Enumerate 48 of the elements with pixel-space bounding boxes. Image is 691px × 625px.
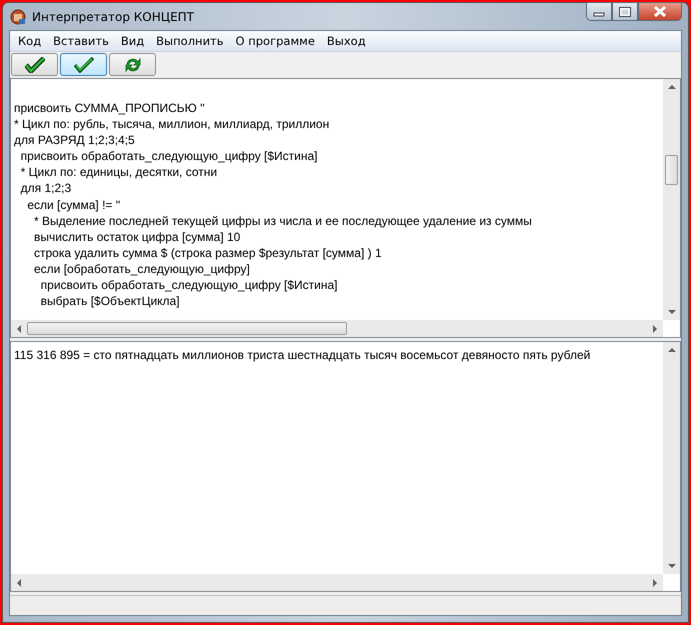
output-line: 115 316 895 = сто пятнадцать миллионов триста шестнадцать тысяч восемьсот девяносто пять рублей [14,347,592,364]
close-button[interactable] [638,2,682,21]
window-title: Интерпретатор КОНЦЕПТ [32,10,194,24]
scroll-right-icon [653,578,657,586]
menu-item[interactable]: Вид [114,34,150,48]
code-line: для 1;2;3 [20,180,72,197]
toolbar-button[interactable] [11,53,58,76]
scroll-up-icon [668,348,676,352]
maximize-icon [619,6,631,16]
toolbar-button[interactable] [60,53,107,76]
vertical-scrollbar[interactable] [663,79,680,320]
code-line: * Цикл по: единицы, десятки, сотни [20,164,218,180]
minimize-button[interactable] [586,2,612,21]
double-check-icon [24,56,44,72]
code-line: выбрать [$ОбъектЦикла] [40,293,181,310]
code-editor[interactable] [10,78,681,338]
app-icon [10,8,26,24]
horizontal-scrollbar[interactable] [11,574,663,591]
scroll-right-icon [653,324,657,332]
menu-item[interactable]: Вставить [47,34,115,48]
scroll-down-icon [668,564,676,568]
maximize-button[interactable] [612,2,638,21]
scroll-thumb[interactable] [665,155,678,185]
vertical-scrollbar[interactable] [663,342,680,574]
menu-item[interactable]: Код [12,34,48,48]
code-line: вычислить остаток цифра [сумма] 10 [33,228,242,245]
scroll-left-icon [17,578,21,586]
refresh-icon [124,56,142,72]
scroll-down-icon [668,310,676,314]
check-icon [74,56,94,72]
code-line: для РАЗРЯД 1;2;3;4;5 [14,132,136,148]
scroll-up-icon [668,85,676,89]
close-icon [653,6,667,17]
code-line: присвоить обработать_следующую_цифру [$Истина] [20,148,318,164]
scroll-left-icon [17,324,21,332]
code-line: * Цикл по: рубль, тысяча, миллион, миллиард, триллион [14,116,330,132]
code-line: присвоить обработать_следующую_цифру [$Истина] [40,277,339,294]
code-line: * Выделение последней текущей цифры из числа и ее последующее удаление из суммы [33,212,533,229]
menu-item[interactable]: Выполнить [150,34,230,48]
menu-item[interactable]: Выход [320,34,372,48]
code-line: строка удалить сумма $ (строка размер $результат [сумма] ) 1 [33,244,383,261]
code-line: присвоить СУММА_ПРОПИСЬЮ '' [14,100,206,116]
menu-item[interactable]: О программе [230,34,321,48]
toolbar-button[interactable] [109,53,156,76]
code-line: если [обработать_следующую_цифру] [33,260,251,278]
horizontal-scrollbar[interactable] [11,320,663,337]
code-line: если [сумма] != '' [26,196,122,213]
scroll-thumb[interactable] [27,322,347,335]
